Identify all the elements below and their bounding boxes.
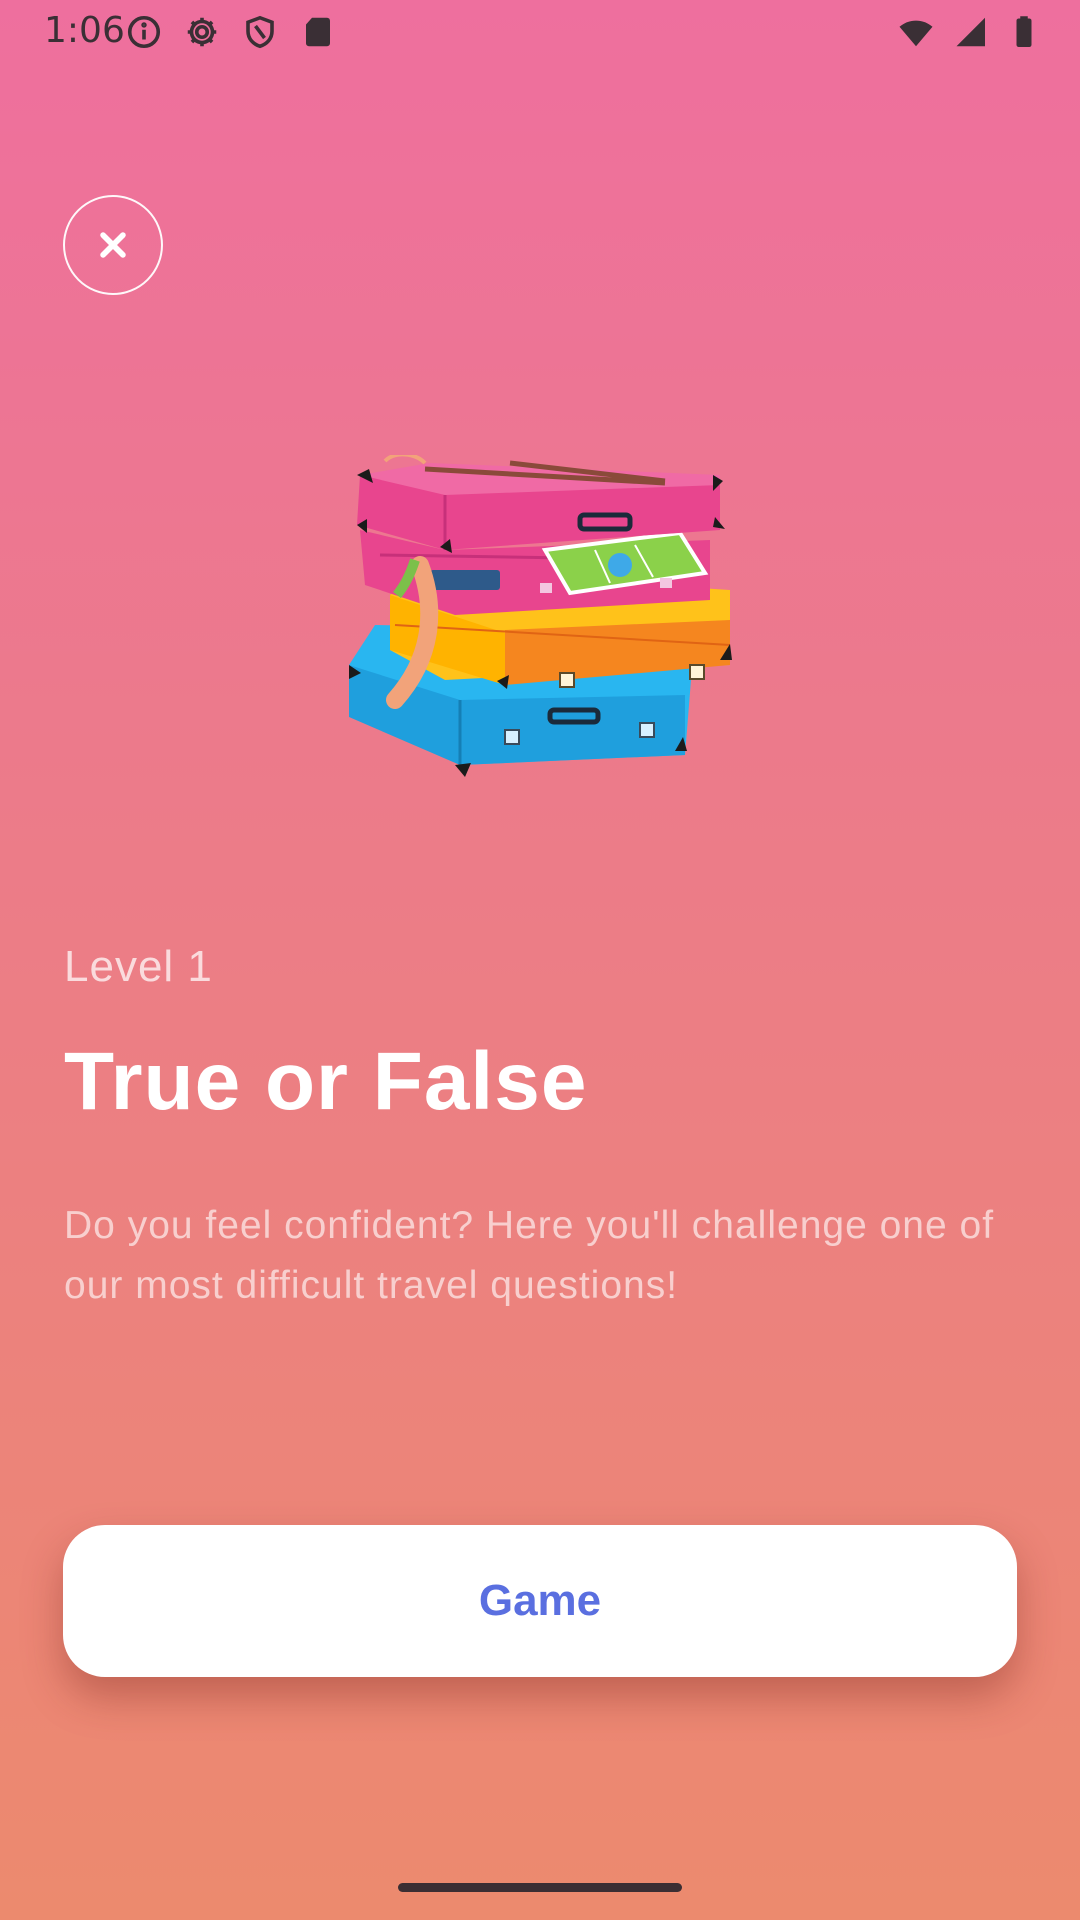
info-icon — [124, 12, 164, 52]
game-button[interactable]: Game — [63, 1525, 1017, 1677]
status-icons-left — [124, 12, 338, 52]
home-indicator[interactable] — [398, 1883, 682, 1892]
status-icons-right — [896, 12, 1044, 52]
close-button[interactable] — [63, 195, 163, 295]
shield-icon — [240, 12, 280, 52]
description-text: Do you feel confident? Here you'll chall… — [64, 1204, 995, 1307]
level-label: Level 1 — [64, 942, 213, 991]
suitcases-illustration — [349, 455, 732, 777]
signal-icon — [950, 12, 990, 52]
status-bar: 1:06 — [0, 0, 1080, 62]
wifi-icon — [896, 12, 936, 52]
game-button-label: Game — [478, 1576, 602, 1625]
status-time: 1:06 — [44, 10, 125, 51]
battery-icon — [1004, 12, 1044, 52]
gear-icon — [182, 12, 222, 52]
sd-card-icon — [298, 12, 338, 52]
page-title: True or False — [64, 1036, 588, 1127]
close-icon — [100, 232, 126, 258]
